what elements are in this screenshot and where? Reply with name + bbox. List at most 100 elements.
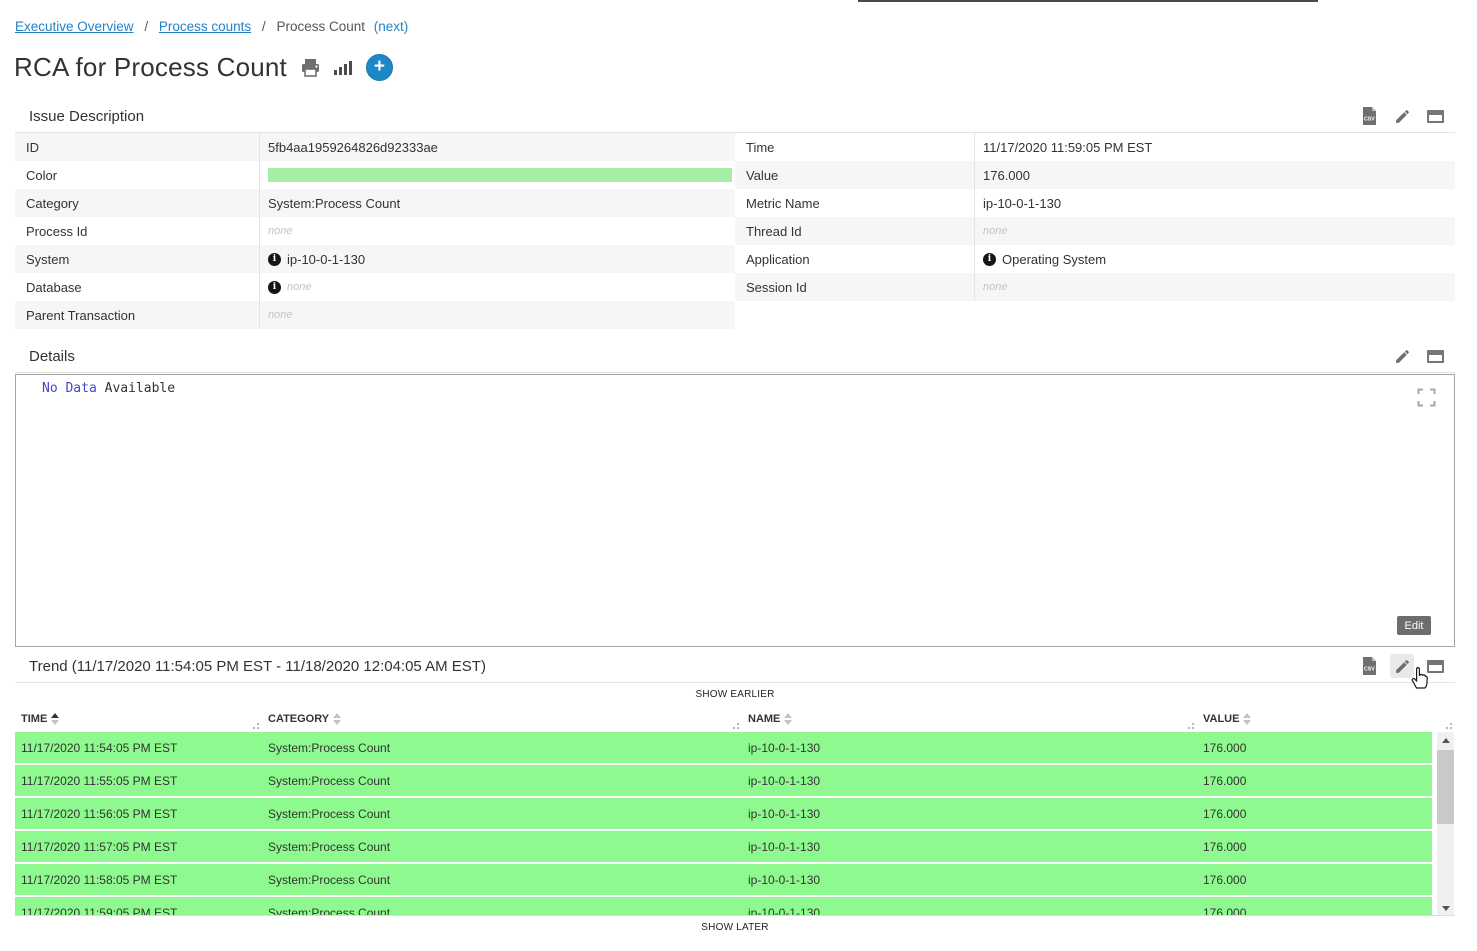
table-cell: 176.000 [1197,906,1432,917]
window-icon[interactable] [1423,344,1447,368]
rca-page: Executive Overview / Process counts / Pr… [0,0,1477,951]
kv-value: i ip-10-0-1-130 [260,245,735,273]
kv-value-text: 11/17/2020 11:59:05 PM EST [983,140,1152,155]
column-header-value[interactable]: VALUE [1197,705,1455,732]
table-row[interactable]: 11/17/2020 11:55:05 PM ESTSystem:Process… [15,765,1432,796]
breadcrumb-separator: / [144,19,148,34]
svg-text:CSV: CSV [1364,117,1375,123]
sort-asc-icon [51,713,59,718]
show-later-button[interactable]: SHOW LATER [15,916,1455,938]
issue-left-table: ID5fb4aa1959264826d92333aeColorCategoryS… [15,133,735,329]
edit-pencil-icon[interactable] [1390,344,1414,368]
kv-value: iOperating System [975,245,1455,273]
window-icon[interactable] [1423,104,1447,128]
kv-value: none [975,273,1455,301]
table-cell: 176.000 [1197,840,1432,854]
table-row[interactable]: 11/17/2020 11:56:05 PM ESTSystem:Process… [15,798,1432,829]
vertical-scrollbar[interactable] [1437,732,1454,916]
table-cell: 11/17/2020 11:54:05 PM EST [15,741,262,755]
add-button[interactable]: + [366,54,393,81]
kv-row: Metric Nameip-10-0-1-130 [735,189,1455,217]
kv-value [260,161,735,189]
sort-desc-icon [1243,720,1251,725]
table-cell: ip-10-0-1-130 [742,906,1197,917]
table-row[interactable]: 11/17/2020 11:57:05 PM ESTSystem:Process… [15,831,1432,862]
edit-pencil-icon[interactable] [1390,104,1414,128]
sort-asc-icon [1243,713,1251,718]
column-header-label: TIME [21,713,47,725]
table-cell: ip-10-0-1-130 [742,840,1197,854]
chart-bars-icon[interactable] [334,60,352,75]
table-cell: 176.000 [1197,807,1432,821]
kv-label: Thread Id [735,217,975,245]
column-header-time[interactable]: TIME [15,705,262,732]
info-icon[interactable]: i [268,253,281,266]
table-row[interactable]: 11/17/2020 11:59:05 PM ESTSystem:Process… [15,897,1432,916]
scroll-down-arrow-icon[interactable] [1437,900,1454,916]
sort-arrows-icon[interactable] [51,713,59,725]
breadcrumb-link-process-counts[interactable]: Process counts [159,19,251,34]
issue-description-title: Issue Description [15,108,144,125]
issue-description-table: ID5fb4aa1959264826d92333aeColorCategoryS… [15,133,1455,329]
column-resize-grip[interactable] [257,727,259,729]
breadcrumb-next-link[interactable]: (next) [374,19,409,34]
csv-export-icon[interactable]: CSV [1357,654,1381,678]
fullscreen-expand-icon[interactable] [1417,388,1436,412]
table-row[interactable]: 11/17/2020 11:58:05 PM ESTSystem:Process… [15,864,1432,895]
kv-value: 176.000 [975,161,1455,189]
kv-label: Color [15,161,260,189]
breadcrumb-separator: / [262,19,266,34]
kv-label: Session Id [735,273,975,301]
kv-value: none [260,217,735,245]
trend-header: Trend (11/17/2020 11:54:05 PM EST - 11/1… [15,650,1455,683]
kv-value-text: ip-10-0-1-130 [287,252,365,267]
kv-label: ID [15,133,260,161]
sort-asc-icon [333,713,341,718]
edit-tooltip: Edit [1397,616,1431,635]
kv-row: Databaseinone [15,273,735,301]
scrollbar-thumb[interactable] [1437,750,1454,824]
kv-value: 5fb4aa1959264826d92333ae [260,133,735,161]
sort-arrows-icon[interactable] [333,713,341,725]
column-header-label: VALUE [1203,713,1239,725]
table-cell: ip-10-0-1-130 [742,873,1197,887]
show-earlier-button[interactable]: SHOW EARLIER [15,683,1455,705]
table-cell: 11/17/2020 11:56:05 PM EST [15,807,262,821]
column-resize-grip[interactable] [1450,727,1452,729]
window-icon[interactable] [1423,654,1447,678]
kv-row: Systemiip-10-0-1-130 [15,245,735,273]
table-cell: 11/17/2020 11:57:05 PM EST [15,840,262,854]
info-icon[interactable]: i [268,281,281,294]
sort-arrows-icon[interactable] [784,713,792,725]
column-header-category[interactable]: CATEGORY [262,705,742,732]
trend-panel: Trend (11/17/2020 11:54:05 PM EST - 11/1… [15,650,1455,938]
kv-label: Value [735,161,975,189]
issue-description-panel: Issue Description CSV ID5fb4aa [15,100,1455,329]
csv-export-icon[interactable]: CSV [1357,104,1381,128]
color-swatch [268,168,732,182]
column-resize-grip[interactable] [737,727,739,729]
column-resize-grip[interactable] [1192,727,1194,729]
info-icon[interactable]: i [983,253,996,266]
breadcrumb-link-executive-overview[interactable]: Executive Overview [15,19,134,34]
kv-value: inone [260,273,735,301]
table-row[interactable]: 11/17/2020 11:54:05 PM ESTSystem:Process… [15,732,1432,763]
column-header-name[interactable]: NAME [742,705,1197,732]
edit-pencil-icon[interactable] [1390,654,1414,678]
kv-label: Application [735,245,975,273]
kv-row: ID5fb4aa1959264826d92333ae [15,133,735,161]
svg-text:CSV: CSV [1364,667,1375,673]
table-cell: System:Process Count [262,906,742,917]
sort-desc-icon [333,720,341,725]
sort-desc-icon [784,720,792,725]
breadcrumb-current: Process Count [276,19,365,34]
scroll-up-arrow-icon[interactable] [1437,732,1454,748]
kv-value-text: System:Process Count [268,196,400,211]
kv-row: Value176.000 [735,161,1455,189]
sort-arrows-icon[interactable] [1243,713,1251,725]
table-cell: 176.000 [1197,873,1432,887]
kv-row: CategorySystem:Process Count [15,189,735,217]
page-title: RCA for Process Count [14,52,287,83]
details-title: Details [15,348,75,365]
print-icon[interactable] [301,59,320,77]
